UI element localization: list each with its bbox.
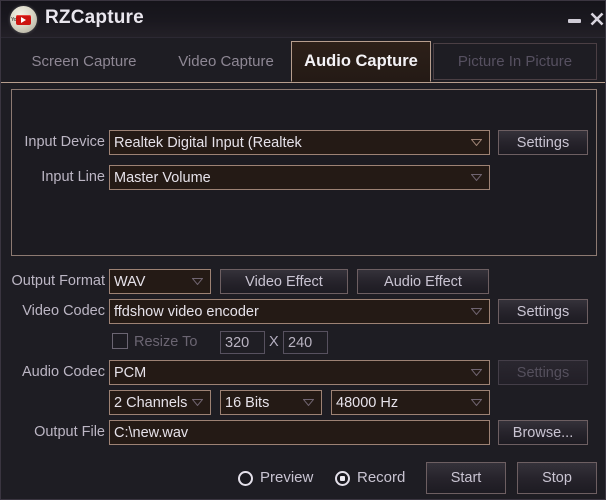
tab-video-capture-label: Video Capture — [178, 53, 274, 70]
bits-combobox[interactable]: 16 Bits — [220, 390, 322, 415]
tab-strip: Screen Capture Video Capture Audio Captu… — [1, 37, 605, 82]
preview-radio[interactable] — [238, 471, 253, 486]
input-device-combobox[interactable]: Realtek Digital Input (Realtek — [109, 130, 490, 155]
audio-capture-panel: Input Device Realtek Digital Input (Real… — [1, 82, 605, 499]
browse-button[interactable]: Browse... — [498, 420, 588, 445]
output-format-value: WAV — [114, 273, 146, 290]
browse-label: Browse... — [512, 424, 574, 441]
audio-effect-label: Audio Effect — [384, 273, 462, 290]
close-button[interactable] — [588, 10, 605, 28]
channels-value: 2 Channels — [114, 394, 188, 411]
video-codec-settings-label: Settings — [516, 303, 570, 320]
stop-button[interactable]: Stop — [517, 462, 597, 494]
record-radio-label[interactable]: Record — [357, 469, 405, 486]
tab-screen-capture[interactable]: Screen Capture — [11, 43, 157, 80]
start-label: Start — [450, 470, 482, 486]
resize-to-checkbox[interactable] — [112, 333, 128, 349]
chevron-down-icon — [303, 398, 314, 406]
chevron-down-icon — [471, 307, 482, 315]
tab-video-capture[interactable]: Video Capture — [157, 43, 295, 80]
minimize-button[interactable] — [566, 10, 584, 28]
tab-audio-capture-label: Audio Capture — [304, 52, 418, 70]
input-line-value: Master Volume — [114, 169, 211, 186]
output-file-label: Output File — [34, 424, 105, 440]
app-icon-play-badge — [16, 15, 31, 25]
chevron-down-icon — [471, 173, 482, 181]
tab-picture-in-picture[interactable]: Picture In Picture — [433, 43, 597, 80]
rzcapture-window: You RZCapture Screen Capture Video Captu… — [0, 0, 606, 500]
window-title: RZCapture — [45, 7, 144, 28]
resize-height-value: 240 — [288, 334, 313, 351]
tab-picture-in-picture-label: Picture In Picture — [457, 53, 573, 70]
resize-width-input[interactable]: 320 — [220, 331, 265, 354]
input-device-settings-button[interactable]: Settings — [498, 130, 588, 155]
resize-height-input[interactable]: 240 — [283, 331, 328, 354]
video-codec-combobox[interactable]: ffdshow video encoder — [109, 299, 490, 324]
output-file-input[interactable]: C:\new.wav — [109, 420, 490, 445]
chevron-down-icon — [471, 138, 482, 146]
audio-codec-value: PCM — [114, 364, 147, 381]
channels-combobox[interactable]: 2 Channels — [109, 390, 211, 415]
youtube-app-icon: You — [10, 6, 37, 33]
audio-codec-settings-label: Settings — [516, 364, 570, 381]
output-format-combobox[interactable]: WAV — [109, 269, 211, 294]
tab-audio-capture[interactable]: Audio Capture — [291, 41, 431, 82]
preview-radio-label[interactable]: Preview — [260, 469, 313, 486]
title-bar: You RZCapture — [1, 1, 605, 38]
input-line-combobox[interactable]: Master Volume — [109, 165, 490, 190]
resize-separator: X — [269, 334, 279, 350]
chevron-down-icon — [192, 398, 203, 406]
minimize-icon — [568, 19, 581, 23]
chevron-down-icon — [471, 368, 482, 376]
video-effect-label: Video Effect — [245, 273, 323, 290]
start-button[interactable]: Start — [426, 462, 506, 494]
input-line-label: Input Line — [41, 169, 105, 185]
bits-value: 16 Bits — [225, 394, 270, 411]
stop-label: Stop — [542, 470, 572, 486]
video-codec-settings-button[interactable]: Settings — [498, 299, 588, 324]
chevron-down-icon — [471, 398, 482, 406]
resize-width-value: 320 — [225, 334, 250, 351]
video-codec-label: Video Codec — [22, 303, 105, 319]
samplerate-combobox[interactable]: 48000 Hz — [331, 390, 490, 415]
output-format-label: Output Format — [11, 273, 105, 289]
input-device-label: Input Device — [24, 134, 105, 150]
video-effect-button[interactable]: Video Effect — [220, 269, 348, 294]
output-file-value: C:\new.wav — [114, 424, 189, 441]
audio-codec-label: Audio Codec — [21, 364, 105, 380]
close-icon — [590, 12, 604, 26]
input-device-value: Realtek Digital Input (Realtek — [114, 134, 302, 151]
audio-codec-settings-button[interactable]: Settings — [498, 360, 588, 385]
chevron-down-icon — [192, 277, 203, 285]
audio-codec-combobox[interactable]: PCM — [109, 360, 490, 385]
record-radio[interactable] — [335, 471, 350, 486]
video-codec-value: ffdshow video encoder — [114, 303, 259, 320]
tab-screen-capture-label: Screen Capture — [31, 53, 137, 70]
input-device-settings-label: Settings — [516, 134, 570, 151]
resize-to-label: Resize To — [134, 334, 198, 350]
samplerate-value: 48000 Hz — [336, 394, 399, 411]
audio-effect-button[interactable]: Audio Effect — [357, 269, 489, 294]
